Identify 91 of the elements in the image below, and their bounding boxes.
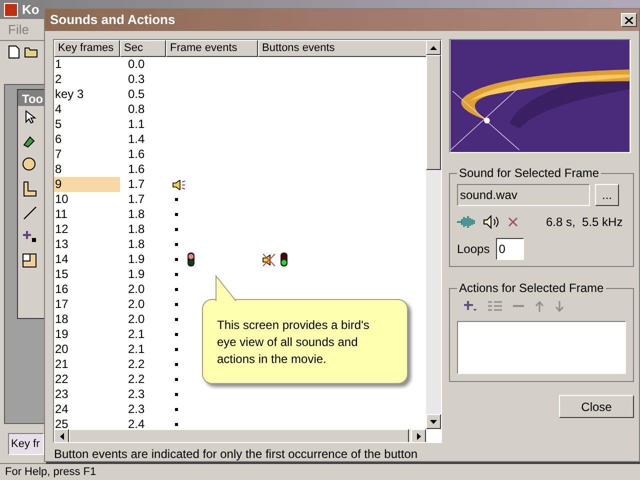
seconds-cell-text: 2.2 [127, 372, 146, 387]
frame-cell[interactable]: 7 [54, 147, 120, 162]
ellipse-tool-icon[interactable] [22, 157, 38, 173]
frame-cell[interactable]: 20 [54, 342, 120, 357]
seconds-cell-text: 2.1 [127, 327, 146, 342]
column-header[interactable]: Sec [120, 40, 166, 57]
tooltip-text: This screen provides a bird's eye view of all sounds and actions in the movie. [217, 318, 370, 366]
muted-speaker-icon [262, 252, 276, 266]
actions-list[interactable] [457, 321, 626, 374]
seconds-cell-text: 1.8 [127, 207, 146, 222]
frame-cell[interactable]: 19 [54, 327, 120, 342]
line-tool-icon[interactable] [22, 205, 38, 221]
seconds-cell-text: 2.0 [127, 282, 146, 297]
add-icon[interactable] [463, 300, 477, 312]
scroll-down-icon[interactable] [430, 420, 437, 424]
app-title: Ko [22, 0, 40, 19]
scroll-left-icon[interactable] [60, 433, 64, 440]
seconds-cell-text: 1.7 [127, 177, 146, 192]
frame-cell[interactable]: 1 [54, 57, 120, 72]
frame-cell[interactable]: 11 [54, 207, 120, 222]
frame-cell[interactable]: key 3 [54, 87, 120, 102]
traffic-light-icon [187, 252, 195, 267]
add-point-icon[interactable] [22, 229, 38, 245]
frame-cell[interactable]: 2 [54, 72, 120, 87]
frame-cell[interactable]: 4 [54, 102, 120, 117]
seconds-cell-text: 1.7 [127, 192, 146, 207]
seconds-cell-text: 1.8 [127, 222, 146, 237]
seconds-cell-text: 2.3 [127, 402, 146, 417]
note-text: Button events are indicated for only the first occurrence of the button [53, 446, 419, 463]
browse-button[interactable]: ... [595, 184, 619, 206]
frame-cell[interactable]: 17 [54, 297, 120, 312]
frame-cell[interactable]: 6 [54, 132, 120, 147]
column-header[interactable]: Key frames [54, 40, 120, 57]
frame-cell[interactable]: 15 [54, 267, 120, 282]
delete-icon[interactable] [508, 217, 518, 227]
frame-cell[interactable]: 18 [54, 312, 120, 327]
speaker-icon [172, 180, 186, 190]
seconds-cell-text: 1.4 [127, 132, 146, 147]
column-header[interactable]: Buttons events [258, 40, 427, 57]
seconds-cell-text: 2.2 [127, 357, 146, 372]
frame-cell[interactable]: 5 [54, 117, 120, 132]
seconds-cell-text: 2.4 [127, 417, 146, 432]
seconds-cell-text: 2.3 [127, 387, 146, 402]
seconds-cell-text: 0.5 [127, 87, 146, 102]
seconds-cell-text: 1.9 [127, 267, 146, 282]
frame-cell[interactable]: 8 [54, 162, 120, 177]
close-button[interactable]: Close [559, 395, 634, 418]
frame-cell[interactable]: 21 [54, 357, 120, 372]
seconds-cell-text: 2.0 [127, 312, 146, 327]
seconds-cell-text: 1.1 [127, 117, 146, 132]
shape-tool-icon[interactable] [22, 181, 38, 197]
seconds-cell-text: 1.8 [127, 237, 146, 252]
frame-cell[interactable]: 24 [54, 402, 120, 417]
waveform-icon[interactable] [457, 216, 475, 228]
new-file-icon[interactable] [8, 44, 20, 58]
column-header[interactable]: Frame events [166, 40, 258, 57]
frame-cell[interactable]: 9 [54, 177, 120, 192]
close-icon[interactable] [621, 13, 637, 27]
scroll-up-icon[interactable] [430, 46, 437, 50]
seconds-cell-text: 0.3 [127, 72, 146, 87]
seconds-cell-text: 1.6 [127, 147, 146, 162]
group-title: Sound for Selected Frame [458, 165, 600, 182]
seconds-cell-text: 2.0 [127, 297, 146, 312]
seconds-cell-text: 1.6 [127, 162, 146, 177]
seconds-cell-text: 0.0 [127, 57, 146, 72]
scroll-right-icon[interactable] [416, 433, 420, 440]
frame-cell[interactable]: 22 [54, 372, 120, 387]
frame-cell[interactable]: 25 [54, 417, 120, 432]
traffic-light-icon [280, 252, 288, 267]
sound-info: 6.8 s, 5.5 kHz [546, 214, 623, 231]
frame-cell[interactable]: 12 [54, 222, 120, 237]
seconds-cell-text: 2.1 [127, 342, 146, 357]
folder-icon[interactable] [24, 46, 38, 58]
frame-cell[interactable]: 23 [54, 387, 120, 402]
vertical-scrollbar[interactable] [426, 40, 441, 429]
speaker-icon[interactable] [483, 215, 500, 229]
seconds-cell-text: 0.8 [127, 102, 146, 117]
frame-cell[interactable]: 13 [54, 237, 120, 252]
seconds-cell-text: 1.9 [127, 252, 146, 267]
horizontal-scrollbar[interactable] [54, 429, 426, 442]
group-title: Actions for Selected Frame [458, 280, 605, 297]
frame-cell[interactable]: 14 [54, 252, 120, 267]
frame-cell[interactable]: 16 [54, 282, 120, 297]
app-logo-icon [4, 2, 18, 16]
frame-cell[interactable]: 10 [54, 192, 120, 207]
frame-tool-icon[interactable] [22, 253, 38, 269]
loops-label: Loops [457, 241, 490, 258]
loops-field[interactable]: 0 [496, 238, 524, 260]
dialog-title: Sounds and Actions [50, 11, 176, 30]
sound-file-field[interactable]: sound.wav [457, 184, 590, 206]
key-frame-field[interactable]: Key fr [8, 433, 44, 455]
